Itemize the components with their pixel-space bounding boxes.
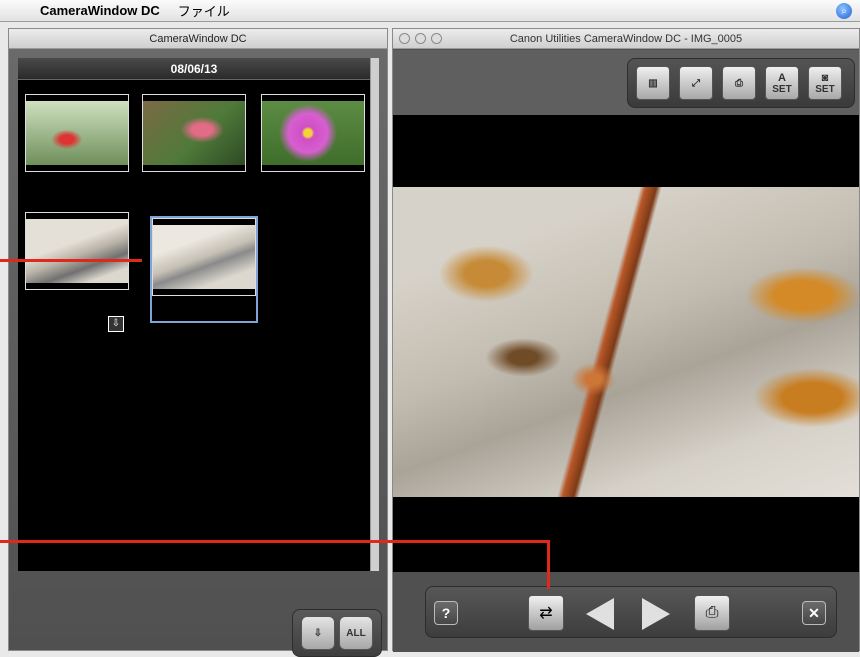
fullscreen-button[interactable]: ⤢: [679, 66, 713, 100]
camera-transfer-icon: ⎙: [735, 77, 743, 89]
spotlight-search-icon[interactable]: ⌕: [836, 3, 852, 19]
set-as-start-image-button[interactable]: A SET: [765, 66, 799, 100]
menu-app-name[interactable]: CameraWindow DC: [40, 3, 160, 18]
thumbnail-dragonfly-small[interactable]: [25, 212, 129, 290]
thumbnail-dragonfly-selected[interactable]: [152, 218, 256, 296]
print-icon: ⎙: [705, 604, 719, 621]
left-window-body: 08/06/13 ⇩ ⇩ ALL: [9, 49, 387, 657]
thumbnail-grid: 08/06/13 ⇩: [18, 58, 370, 571]
close-window-button[interactable]: [399, 33, 410, 44]
thumbnail-scrollbar[interactable]: [370, 58, 379, 571]
thumbnail-pink-cosmos-flower[interactable]: [261, 94, 365, 172]
print-button[interactable]: ⎙: [694, 595, 730, 631]
right-window-title: Canon Utilities CameraWindow DC - IMG_00…: [393, 29, 859, 49]
layout-icon: ▥: [648, 77, 658, 89]
playback-controls: ? ⇄ ⎙ ✕: [425, 586, 837, 638]
set-b-label: SET: [815, 83, 835, 95]
set-a-label: SET: [772, 83, 792, 95]
left-window-title: CameraWindow DC: [9, 29, 387, 49]
viewer-window: Canon Utilities CameraWindow DC - IMG_00…: [392, 28, 860, 652]
close-viewer-button[interactable]: ✕: [802, 601, 826, 625]
help-button[interactable]: ?: [434, 601, 458, 625]
menu-bar: CameraWindow DC ファイル ⌕: [0, 0, 860, 22]
set-as-camera-image-button[interactable]: ◙ SET: [808, 66, 842, 100]
previous-image-button[interactable]: [586, 598, 614, 630]
fullscreen-icon: ⤢: [692, 77, 700, 89]
zoom-window-button[interactable]: [431, 33, 442, 44]
viewer-top-bar: ▥ ⤢ ⎙ A SET ◙ SET: [393, 50, 859, 115]
menu-file[interactable]: ファイル: [178, 1, 230, 20]
callout-line-transfer-horizontal: [0, 540, 550, 543]
camera-transfer-button[interactable]: ⎙: [722, 66, 756, 100]
set-a-icon: A: [778, 71, 786, 84]
camera-icon: ◙: [821, 71, 829, 84]
minimize-window-button[interactable]: [415, 33, 426, 44]
thumbnail-pink-tulip-bud[interactable]: [142, 94, 246, 172]
import-selected-icon: ⇩: [313, 627, 323, 639]
image-viewer: [393, 115, 859, 572]
view-toolbar: ▥ ⤢ ⎙ A SET ◙ SET: [627, 58, 855, 108]
window-controls: [399, 33, 442, 44]
protect-icon: ⇩: [108, 316, 124, 332]
import-all-label: ALL: [346, 627, 366, 639]
layout-view-button[interactable]: ▥: [636, 66, 670, 100]
viewer-title-text: Canon Utilities CameraWindow DC - IMG_00…: [509, 33, 743, 45]
camerawindow-panel: CameraWindow DC 08/06/13 ⇩ ⇩ ALL: [8, 28, 388, 657]
thumbnail-red-flower-bud[interactable]: [25, 94, 129, 172]
transfer-to-camera-button[interactable]: ⇄: [528, 595, 564, 631]
viewer-bottom-bar: ? ⇄ ⎙ ✕: [393, 572, 859, 652]
date-header: 08/06/13: [18, 58, 370, 80]
transfer-to-camera-icon: ⇄: [539, 605, 553, 622]
import-toolbar: ⇩ ALL: [292, 609, 382, 657]
next-image-button[interactable]: [642, 598, 670, 630]
callout-line-thumbnail: [0, 259, 142, 262]
dragonfly-photo: [393, 187, 859, 497]
callout-line-transfer-vertical: [547, 540, 550, 589]
import-selected-button[interactable]: ⇩: [301, 616, 335, 650]
import-all-button[interactable]: ALL: [339, 616, 373, 650]
